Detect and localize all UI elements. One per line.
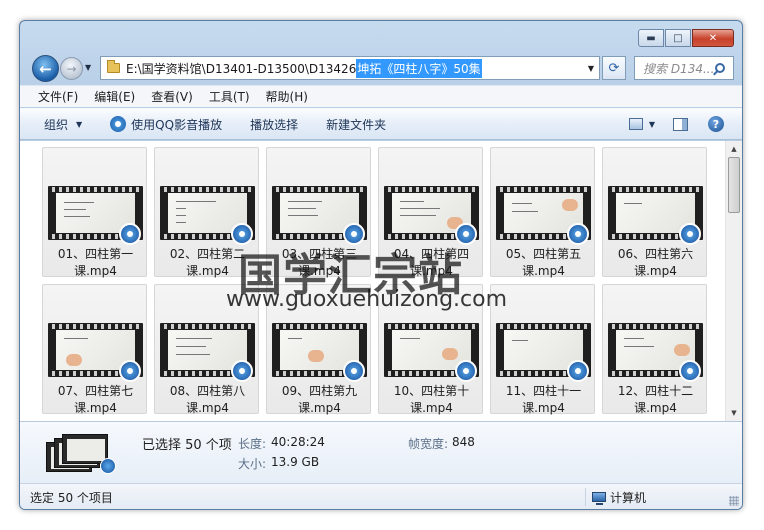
qq-player-icon [455, 223, 477, 245]
file-tile[interactable]: 10、四柱第十课.mp4 [378, 284, 483, 415]
file-name: 04、四柱第四课.mp4 [393, 247, 470, 278]
details-pane: 已选择 50 个项 长度: 40:28:24 大小: 13.9 GB 帧宽度: … [20, 421, 742, 483]
qq-player-icon [119, 360, 141, 382]
file-name: 08、四柱第八课.mp4 [169, 384, 246, 415]
search-icon[interactable] [715, 63, 725, 73]
file-tile[interactable]: 08、四柱第八课.mp4 [154, 284, 259, 415]
folder-icon [107, 60, 120, 73]
status-selection-text: 选定 50 个项目 [30, 491, 113, 505]
menu-tools[interactable]: 工具(T) [209, 88, 250, 105]
new-folder-label: 新建文件夹 [326, 117, 387, 132]
qq-player-icon [343, 360, 365, 382]
preview-pane-icon[interactable] [673, 117, 688, 131]
search-box[interactable]: 搜索 D134... [634, 56, 734, 80]
minimize-button[interactable]: ▬ [638, 29, 664, 47]
length-value: 40:28:24 [271, 435, 325, 449]
status-bar: 选定 50 个项目 计算机 [20, 483, 742, 509]
menu-edit[interactable]: 编辑(E) [94, 88, 135, 105]
back-button[interactable]: ← [32, 55, 59, 82]
menu-file[interactable]: 文件(F) [38, 88, 78, 105]
view-options-chevron-icon[interactable]: ▼ [649, 120, 655, 129]
organize-button[interactable]: 组织 ▼ [44, 116, 82, 133]
qq-player-icon [455, 360, 477, 382]
file-tile[interactable]: 05、四柱第五课.mp4 [490, 147, 595, 278]
file-tile[interactable]: 06、四柱第六课.mp4 [602, 147, 707, 278]
menu-bar: 文件(F) 编辑(E) 查看(V) 工具(T) 帮助(H) [20, 85, 742, 107]
qq-player-icon [567, 223, 589, 245]
file-list-area: 01、四柱第一课.mp4 02、四柱第二课.mp4 03、四柱第三课.mp4 0… [20, 141, 742, 421]
file-name: 05、四柱第五课.mp4 [505, 247, 582, 278]
file-name: 03、四柱第三课.mp4 [281, 247, 358, 278]
qq-player-icon [110, 116, 127, 132]
file-tile[interactable]: 12、四柱十二课.mp4 [602, 284, 707, 415]
computer-icon [592, 492, 606, 505]
search-input[interactable]: 搜索 D134... [635, 60, 713, 77]
explorer-window: ▬ □ ✕ ← → ▼ E:\国学资料馆\D13401-D13500\D1342… [19, 20, 743, 510]
forward-button[interactable]: → [60, 57, 83, 80]
frame-width-value: 848 [452, 435, 475, 449]
file-tile[interactable]: 04、四柱第四课.mp4 [378, 147, 483, 278]
file-tile[interactable]: 11、四柱十一课.mp4 [490, 284, 595, 415]
address-path[interactable]: E:\国学资料馆\D13401-D13500\D13426 [126, 60, 356, 77]
file-name: 11、四柱十一课.mp4 [505, 384, 582, 415]
qq-player-icon [119, 223, 141, 245]
selection-stack-icon [46, 432, 118, 474]
selected-count: 已选择 50 个项 [142, 438, 232, 453]
play-selection-label: 播放选择 [250, 117, 299, 132]
organize-label: 组织 [44, 117, 69, 132]
qq-player-icon [343, 223, 365, 245]
file-name: 09、四柱第九课.mp4 [281, 384, 358, 415]
qq-player-icon [100, 458, 116, 474]
address-dropdown-icon[interactable]: ▼ [588, 64, 594, 73]
file-tile[interactable]: 01、四柱第一课.mp4 [42, 147, 147, 278]
address-row: ← → ▼ E:\国学资料馆\D13401-D13500\D13426 坤拓《四… [28, 54, 734, 82]
file-name: 01、四柱第一课.mp4 [57, 247, 134, 278]
status-divider [585, 488, 586, 506]
new-folder-button[interactable]: 新建文件夹 [326, 116, 386, 133]
command-bar: 组织 ▼ 使用QQ影音播放 播放选择 新建文件夹 ▼ ? [20, 108, 742, 140]
qq-player-icon [679, 223, 701, 245]
chevron-down-icon: ▼ [76, 119, 83, 129]
close-button[interactable]: ✕ [692, 29, 734, 47]
scroll-up-icon[interactable]: ▲ [726, 141, 742, 157]
view-controls: ▼ ? [628, 116, 724, 132]
length-label: 长度: [238, 437, 267, 451]
file-name: 02、四柱第二课.mp4 [169, 247, 246, 278]
help-icon[interactable]: ? [708, 116, 724, 132]
status-location-text: 计算机 [610, 491, 647, 505]
file-tile[interactable]: 02、四柱第二课.mp4 [154, 147, 259, 278]
frame-width-label: 帧宽度: [408, 437, 449, 451]
qq-player-button[interactable]: 使用QQ影音播放 [110, 116, 222, 133]
qq-player-label: 使用QQ影音播放 [131, 117, 223, 132]
resize-grip-icon[interactable] [729, 496, 739, 506]
refresh-button[interactable]: ⟳ [602, 56, 626, 80]
address-bar[interactable]: E:\国学资料馆\D13401-D13500\D13426 坤拓《四柱八字》50… [100, 56, 600, 80]
file-name: 07、四柱第七课.mp4 [57, 384, 134, 415]
maximize-button[interactable]: □ [665, 29, 691, 47]
menu-help[interactable]: 帮助(H) [266, 88, 308, 105]
window-controls: ▬ □ ✕ [637, 29, 734, 47]
scroll-down-icon[interactable]: ▼ [726, 405, 742, 421]
file-name: 10、四柱第十课.mp4 [393, 384, 470, 415]
qq-player-icon [231, 360, 253, 382]
scroll-thumb[interactable] [728, 157, 740, 213]
play-selection-button[interactable]: 播放选择 [250, 116, 298, 133]
menu-view[interactable]: 查看(V) [151, 88, 193, 105]
qq-player-icon [679, 360, 701, 382]
recent-pages-icon[interactable]: ▼ [85, 63, 91, 72]
size-label: 大小: [238, 457, 267, 471]
size-value: 13.9 GB [271, 455, 320, 469]
qq-player-icon [567, 360, 589, 382]
file-name: 12、四柱十二课.mp4 [617, 384, 694, 415]
file-tile[interactable]: 07、四柱第七课.mp4 [42, 284, 147, 415]
address-selected-text[interactable]: 坤拓《四柱八字》50集 [356, 58, 482, 78]
vertical-scrollbar[interactable]: ▲ ▼ [725, 141, 742, 421]
file-tile[interactable]: 09、四柱第九课.mp4 [266, 284, 371, 415]
file-name: 06、四柱第六课.mp4 [617, 247, 694, 278]
change-view-icon[interactable] [628, 118, 643, 130]
qq-player-icon [231, 223, 253, 245]
file-tile[interactable]: 03、四柱第三课.mp4 [266, 147, 371, 278]
